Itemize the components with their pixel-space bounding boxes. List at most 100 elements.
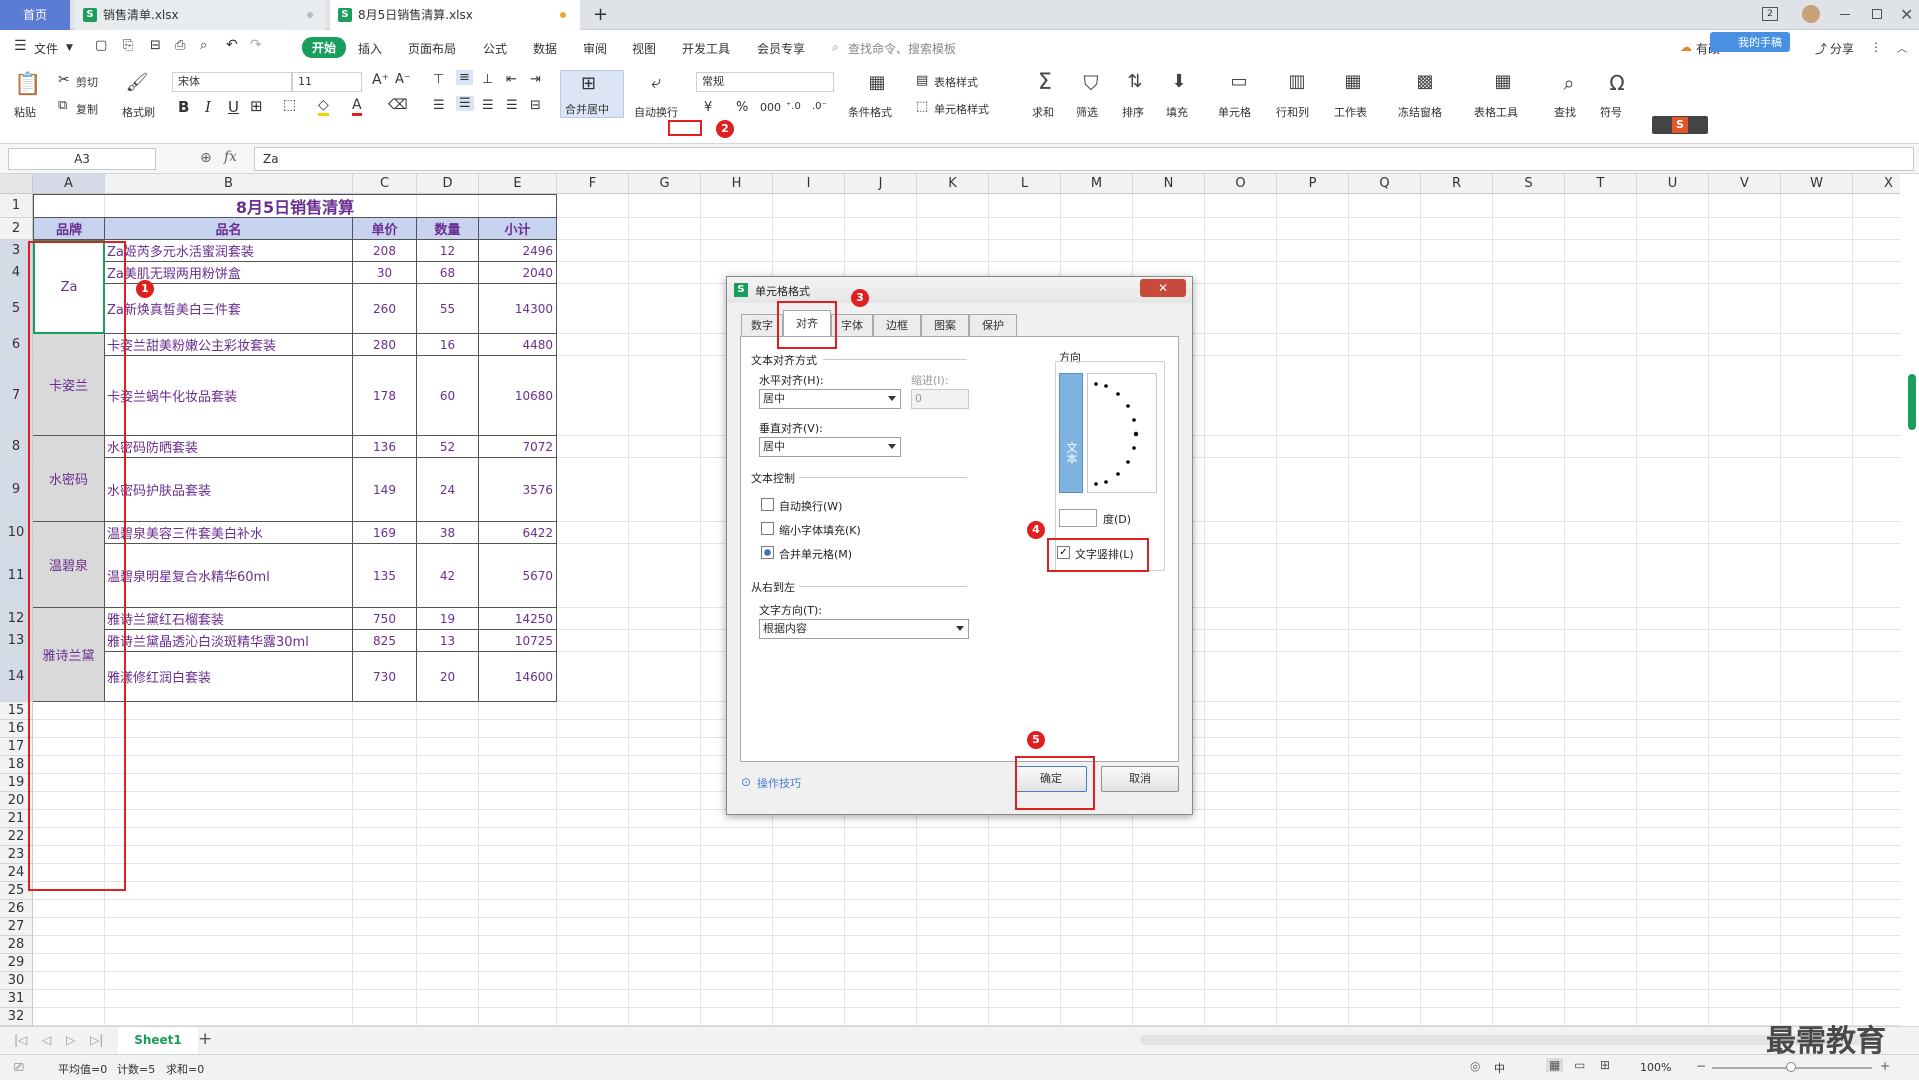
redo-icon[interactable]: ↷ bbox=[250, 37, 262, 53]
product-name-cell[interactable]: Za姬芮多元水活蜜润套装 bbox=[105, 240, 353, 262]
row-col-icon[interactable]: ▥ bbox=[1284, 71, 1310, 92]
product-name-cell[interactable]: 水密码防晒套装 bbox=[105, 436, 353, 458]
new-tab-button[interactable]: + bbox=[585, 0, 615, 30]
search-input[interactable]: 查找命令、搜索模板 bbox=[848, 40, 956, 57]
page-layout-view-icon[interactable]: ▭ bbox=[1574, 1058, 1585, 1072]
table-tools-icon[interactable]: ▦ bbox=[1490, 71, 1516, 92]
column-header-E[interactable]: E bbox=[479, 174, 557, 194]
merge-center-group[interactable]: ⊞ 合并居中 bbox=[560, 70, 624, 118]
normal-view-icon[interactable]: ▦ bbox=[1546, 1058, 1564, 1072]
unsaved-dot-icon[interactable] bbox=[560, 12, 566, 18]
more-icon[interactable]: ⋮ bbox=[1870, 40, 1882, 54]
subtotal-cell[interactable]: 10680 bbox=[479, 356, 557, 436]
price-cell[interactable]: 30 bbox=[353, 262, 417, 284]
subtotal-cell[interactable]: 14600 bbox=[479, 652, 557, 702]
cancel-button[interactable]: 取消 bbox=[1101, 766, 1179, 792]
price-cell[interactable]: 169 bbox=[353, 522, 417, 544]
indent-spinner[interactable]: 0 bbox=[911, 389, 969, 409]
search-icon[interactable]: ⌕ bbox=[832, 40, 839, 55]
menu-review[interactable]: 审阅 bbox=[583, 40, 607, 57]
column-header-L[interactable]: L bbox=[989, 174, 1061, 194]
row-header-29[interactable]: 29 bbox=[0, 954, 33, 972]
qty-cell[interactable]: 20 bbox=[417, 652, 479, 702]
table-style-icon[interactable]: ▤ bbox=[916, 73, 928, 88]
tab-file-sales-list[interactable]: S 销售清单.xlsx bbox=[75, 0, 325, 30]
price-cell[interactable]: 136 bbox=[353, 436, 417, 458]
cell-style-icon[interactable]: ⬚ bbox=[283, 97, 296, 113]
subtotal-cell[interactable]: 14300 bbox=[479, 284, 557, 334]
currency-button[interactable]: ¥ bbox=[704, 100, 712, 115]
wrap-text-icon[interactable]: ⤶ bbox=[644, 72, 668, 93]
column-header-W[interactable]: W bbox=[1781, 174, 1853, 194]
tab-font[interactable]: 字体 bbox=[831, 314, 873, 336]
qty-cell[interactable]: 52 bbox=[417, 436, 479, 458]
product-name-cell[interactable]: 雅漾修红润白套装 bbox=[105, 652, 353, 702]
price-cell[interactable]: 750 bbox=[353, 608, 417, 630]
column-header-Q[interactable]: Q bbox=[1349, 174, 1421, 194]
cell-icon[interactable]: ▭ bbox=[1226, 71, 1252, 92]
worksheet-icon[interactable]: ▦ bbox=[1340, 71, 1366, 92]
share-button[interactable]: 分享 bbox=[1830, 40, 1854, 57]
column-header-S[interactable]: S bbox=[1493, 174, 1565, 194]
freeze-label[interactable]: 冻结窗格 bbox=[1398, 104, 1442, 120]
bold-button[interactable]: B bbox=[178, 98, 189, 116]
row-header-2[interactable]: 2 bbox=[0, 218, 33, 240]
subtotal-cell[interactable]: 3576 bbox=[479, 458, 557, 522]
cell-style-icon2[interactable]: ⬚ bbox=[916, 99, 928, 114]
menu-start[interactable]: 开始 bbox=[302, 37, 347, 58]
vertical-text-preview[interactable]: 文本 bbox=[1059, 373, 1083, 493]
qty-cell[interactable]: 55 bbox=[417, 284, 479, 334]
justify-icon[interactable]: ☰ bbox=[506, 98, 518, 113]
zoom-in-icon[interactable]: + bbox=[1880, 1059, 1890, 1073]
align-middle-icon[interactable]: ≡ bbox=[456, 70, 473, 85]
find-icon[interactable]: ⌕ bbox=[1556, 71, 1582, 95]
filter-icon[interactable]: ⛉ bbox=[1078, 71, 1104, 95]
price-cell[interactable]: 208 bbox=[353, 240, 417, 262]
subtotal-cell[interactable]: 6422 bbox=[479, 522, 557, 544]
align-right-icon[interactable]: ☰ bbox=[482, 98, 494, 113]
qty-cell[interactable]: 16 bbox=[417, 334, 479, 356]
thousands-button[interactable]: 000 bbox=[760, 101, 781, 114]
column-header-V[interactable]: V bbox=[1709, 174, 1781, 194]
price-cell[interactable]: 730 bbox=[353, 652, 417, 702]
new-doc-icon[interactable]: ▢ bbox=[95, 38, 107, 53]
tips-icon[interactable]: ⊙ bbox=[741, 775, 751, 789]
menu-member[interactable]: 会员专享 bbox=[757, 40, 805, 57]
horizontal-align-select[interactable]: 居中 bbox=[759, 389, 901, 409]
cell-label[interactable]: 单元格 bbox=[1218, 104, 1251, 120]
column-header-P[interactable]: P bbox=[1277, 174, 1349, 194]
price-cell[interactable]: 178 bbox=[353, 356, 417, 436]
wps-badge[interactable]: 我的手稿 bbox=[1710, 32, 1790, 52]
row-header-32[interactable]: 32 bbox=[0, 1008, 33, 1026]
fx-button[interactable]: fx bbox=[224, 149, 237, 165]
font-size-select[interactable]: 11 bbox=[292, 72, 362, 92]
row-header-27[interactable]: 27 bbox=[0, 918, 33, 936]
vertical-align-select[interactable]: 居中 bbox=[759, 437, 901, 457]
number-format-select[interactable]: 常规 bbox=[696, 72, 834, 92]
row-header-31[interactable]: 31 bbox=[0, 990, 33, 1008]
column-header-A[interactable]: A bbox=[33, 174, 105, 194]
column-header-F[interactable]: F bbox=[557, 174, 629, 194]
maximize-icon[interactable] bbox=[1872, 9, 1882, 19]
percent-button[interactable]: % bbox=[736, 100, 748, 115]
column-header-I[interactable]: I bbox=[773, 174, 845, 194]
sum-label[interactable]: 求和 bbox=[1032, 104, 1054, 120]
vertical-scroll-thumb[interactable] bbox=[1908, 374, 1916, 430]
subtotal-cell[interactable]: 10725 bbox=[479, 630, 557, 652]
minimize-icon[interactable] bbox=[1840, 14, 1850, 15]
dialog-close-button[interactable]: ✕ bbox=[1140, 279, 1186, 297]
column-header-T[interactable]: T bbox=[1565, 174, 1637, 194]
fill-color-icon[interactable]: ◇ bbox=[318, 97, 329, 116]
table-header[interactable]: 小计 bbox=[479, 218, 557, 240]
qty-cell[interactable]: 60 bbox=[417, 356, 479, 436]
decimal-decrease-icon[interactable]: .0⁻ bbox=[812, 101, 827, 112]
table-header[interactable]: 品名 bbox=[105, 218, 353, 240]
table-style-label[interactable]: 表格样式 bbox=[934, 74, 978, 90]
wrap-checkbox[interactable] bbox=[761, 498, 774, 511]
indent-increase-icon[interactable]: ⇥ bbox=[530, 72, 541, 87]
save-icon[interactable]: ⊟ bbox=[150, 38, 161, 53]
filter-label[interactable]: 筛选 bbox=[1076, 104, 1098, 120]
tab-home[interactable]: 首页 bbox=[0, 0, 70, 30]
prev-sheet-icon[interactable]: ◁ bbox=[42, 1033, 51, 1047]
format-painter-label[interactable]: 格式刷 bbox=[122, 104, 155, 120]
